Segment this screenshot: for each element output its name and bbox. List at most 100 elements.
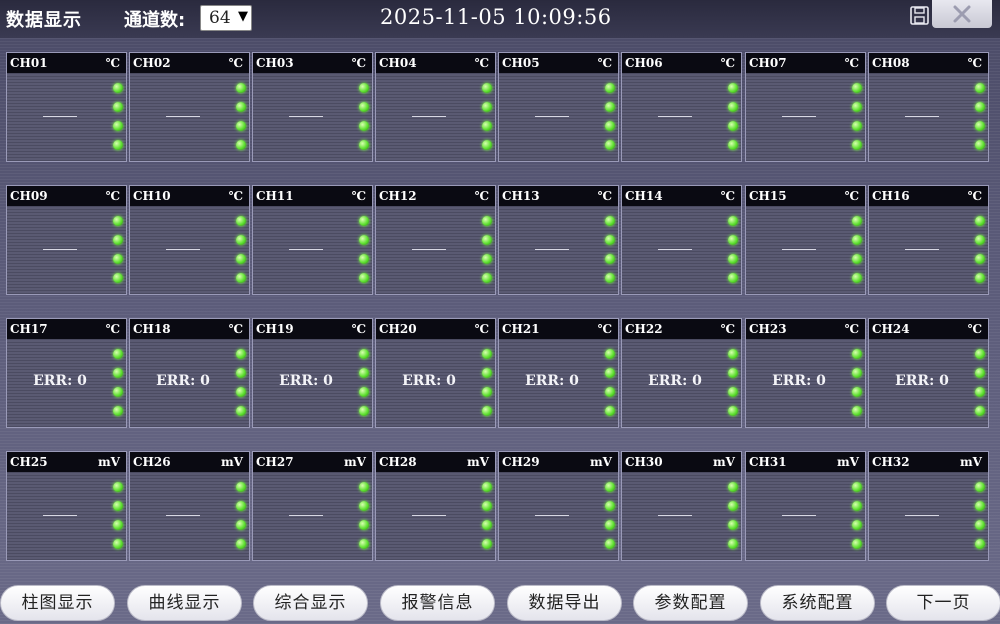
save-icon[interactable]	[909, 5, 931, 27]
status-indicator-icon	[482, 121, 492, 131]
status-indicator-icon	[113, 387, 123, 397]
close-icon	[953, 5, 971, 23]
status-indicator-icon	[728, 121, 738, 131]
channel-cell-ch14[interactable]: CH14 ℃	[621, 185, 742, 295]
system-config-button[interactable]: 系统配置	[760, 585, 875, 621]
channel-cell-ch12[interactable]: CH12 ℃	[375, 185, 496, 295]
channel-cell-ch08[interactable]: CH08 ℃	[868, 52, 989, 162]
channel-cell-ch05[interactable]: CH05 ℃	[498, 52, 619, 162]
status-indicator-icon	[236, 387, 246, 397]
channel-cell-ch07[interactable]: CH07 ℃	[745, 52, 866, 162]
channel-cell-ch26[interactable]: CH26 mV	[129, 451, 250, 561]
channel-cell-ch03[interactable]: CH03 ℃	[252, 52, 373, 162]
status-indicator-icon	[359, 121, 369, 131]
channel-count-select[interactable]: 64 ▼	[200, 5, 252, 31]
channel-cell-ch18[interactable]: CH18 ℃ ERR: 0	[129, 318, 250, 428]
status-indicator-icon	[605, 102, 615, 112]
channel-header: CH12 ℃	[376, 186, 495, 206]
status-indicator-icon	[605, 501, 615, 511]
status-indicator-icon	[236, 520, 246, 530]
bar-chart-button[interactable]: 柱图显示	[0, 585, 115, 621]
channel-name: CH11	[256, 189, 294, 203]
channel-unit: ℃	[228, 189, 243, 203]
channel-header: CH22 ℃	[622, 319, 741, 339]
channel-unit: ℃	[597, 189, 612, 203]
channel-cell-ch11[interactable]: CH11 ℃	[252, 185, 373, 295]
status-indicator-icon	[359, 102, 369, 112]
status-indicator-icon	[852, 520, 862, 530]
channel-value: ERR: 0	[772, 373, 826, 389]
channel-cell-ch04[interactable]: CH04 ℃	[375, 52, 496, 162]
status-indicator-icon	[113, 83, 123, 93]
channel-cell-ch22[interactable]: CH22 ℃ ERR: 0	[621, 318, 742, 428]
channel-cell-ch20[interactable]: CH20 ℃ ERR: 0	[375, 318, 496, 428]
channel-cell-ch27[interactable]: CH27 mV	[252, 451, 373, 561]
status-indicator-icon	[605, 83, 615, 93]
channel-cell-ch21[interactable]: CH21 ℃ ERR: 0	[498, 318, 619, 428]
status-indicator-icon	[359, 501, 369, 511]
no-data-dash	[782, 116, 816, 117]
channel-unit: ℃	[844, 189, 859, 203]
status-indicator-icon	[236, 121, 246, 131]
channel-name: CH31	[749, 455, 787, 469]
status-indicator-icon	[359, 254, 369, 264]
channel-unit: ℃	[105, 56, 120, 70]
no-data-dash	[166, 116, 200, 117]
channel-cell-ch16[interactable]: CH16 ℃	[868, 185, 989, 295]
status-indicator-icon	[482, 273, 492, 283]
channel-name: CH25	[10, 455, 48, 469]
channel-cell-ch15[interactable]: CH15 ℃	[745, 185, 866, 295]
channel-unit: mV	[959, 455, 982, 469]
overview-display-button[interactable]: 综合显示	[253, 585, 368, 621]
channel-unit: mV	[466, 455, 489, 469]
channel-cell-ch30[interactable]: CH30 mV	[621, 451, 742, 561]
data-export-button[interactable]: 数据导出	[507, 585, 622, 621]
channel-cell-ch29[interactable]: CH29 mV	[498, 451, 619, 561]
channel-cell-ch28[interactable]: CH28 mV	[375, 451, 496, 561]
status-indicator-icon	[975, 102, 985, 112]
channel-name: CH08	[872, 56, 910, 70]
channel-cell-ch09[interactable]: CH09 ℃	[6, 185, 127, 295]
status-indicator-icon	[359, 368, 369, 378]
channel-name: CH30	[625, 455, 663, 469]
status-indicator-icon	[728, 539, 738, 549]
channel-header: CH32 mV	[869, 452, 988, 472]
parameter-config-button[interactable]: 参数配置	[633, 585, 748, 621]
channel-cell-ch32[interactable]: CH32 mV	[868, 451, 989, 561]
status-indicator-icon	[605, 520, 615, 530]
channel-cell-ch02[interactable]: CH02 ℃	[129, 52, 250, 162]
channel-cell-ch19[interactable]: CH19 ℃ ERR: 0	[252, 318, 373, 428]
channel-cell-ch06[interactable]: CH06 ℃	[621, 52, 742, 162]
status-indicator-icon	[482, 102, 492, 112]
channel-name: CH15	[749, 189, 787, 203]
alarm-info-button[interactable]: 报警信息	[380, 585, 495, 621]
channel-header: CH13 ℃	[499, 186, 618, 206]
channel-cell-ch23[interactable]: CH23 ℃ ERR: 0	[745, 318, 866, 428]
channel-cell-ch10[interactable]: CH10 ℃	[129, 185, 250, 295]
channel-cell-ch17[interactable]: CH17 ℃ ERR: 0	[6, 318, 127, 428]
no-data-dash	[43, 249, 77, 250]
channel-cell-ch01[interactable]: CH01 ℃	[6, 52, 127, 162]
channel-name: CH13	[502, 189, 540, 203]
status-indicator-icon	[359, 235, 369, 245]
next-page-button[interactable]: 下一页	[886, 585, 1000, 621]
channel-header: CH28 mV	[376, 452, 495, 472]
channel-unit: mV	[343, 455, 366, 469]
status-indicator-icon	[852, 406, 862, 416]
status-indicator-icon	[482, 235, 492, 245]
channel-header: CH29 mV	[499, 452, 618, 472]
close-button[interactable]	[932, 0, 992, 28]
status-indicator-icon	[482, 482, 492, 492]
curve-display-button[interactable]: 曲线显示	[127, 585, 242, 621]
status-indicator-icon	[113, 121, 123, 131]
channel-header: CH08 ℃	[869, 53, 988, 73]
status-indicator-icon	[236, 235, 246, 245]
status-indicator-icon	[975, 254, 985, 264]
channel-cell-ch25[interactable]: CH25 mV	[6, 451, 127, 561]
status-indicator-icon	[852, 83, 862, 93]
status-indicator-icon	[482, 140, 492, 150]
channel-cell-ch31[interactable]: CH31 mV	[745, 451, 866, 561]
channel-cell-ch13[interactable]: CH13 ℃	[498, 185, 619, 295]
channel-cell-ch24[interactable]: CH24 ℃ ERR: 0	[868, 318, 989, 428]
status-indicator-icon	[852, 368, 862, 378]
